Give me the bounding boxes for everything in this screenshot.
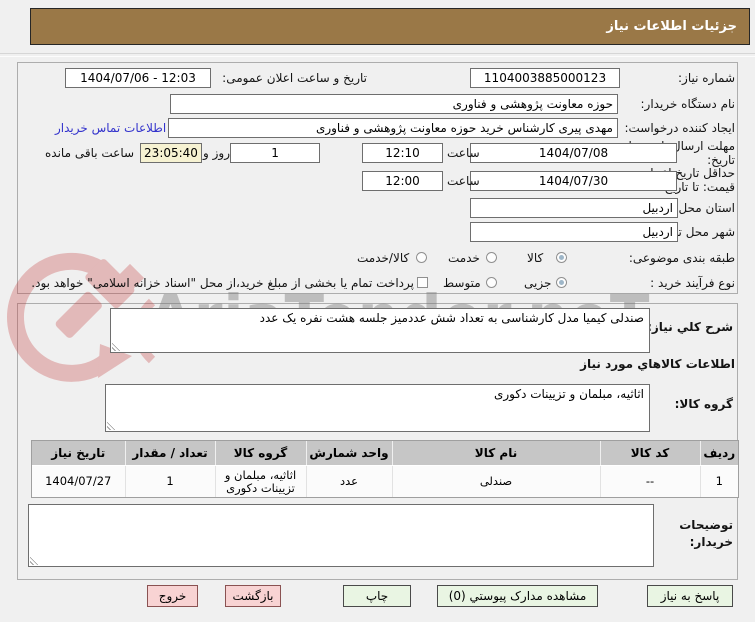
view-attachments-button[interactable]: مشاهده مدارک پیوستي (0) <box>437 585 598 607</box>
description-value: صندلی کیمیا مدل کارشناسی به تعداد شش عدد… <box>259 311 644 325</box>
cell-goods-group: اثاثیه، مبلمان و تزیینات دکوری <box>214 465 306 497</box>
announce-datetime-value: 1404/07/06 - 12:03 <box>80 71 196 85</box>
process-type-label: نوع فرآیند خرید : <box>650 276 735 290</box>
city-field[interactable]: اردبیل <box>470 222 678 242</box>
announce-datetime-label: تاریخ و ساعت اعلان عمومی: <box>222 71 367 85</box>
goods-table-header-row: ردیف کد کالا نام کالا واحد شمارش گروه کا… <box>32 441 738 466</box>
classification-radio-service[interactable] <box>486 252 497 263</box>
deadline-date-field[interactable]: 1404/07/08 <box>470 143 677 163</box>
creator-label: ایجاد کننده درخواست: <box>624 121 735 135</box>
goods-group-textarea[interactable]: اثاثیه، مبلمان و تزیینات دکوری <box>105 384 650 432</box>
cell-need-date: 1404/07/27 <box>32 465 125 497</box>
creator-field[interactable]: مهدی پیری کارشناس خرید حوزه معاونت پژوهش… <box>168 118 618 138</box>
classification-option-goods-service-label: کالا/خدمت <box>357 251 410 265</box>
hours-remaining-value: 23:05:40 <box>144 146 198 160</box>
process-type-radio-minor[interactable] <box>556 277 567 288</box>
print-button[interactable]: چاپ <box>343 585 411 607</box>
page-title: جزئیات اطلاعات نیاز <box>606 19 737 34</box>
buyer-org-value: حوزه معاونت پژوهشی و فناوری <box>452 97 613 111</box>
resize-grip-icon[interactable] <box>107 421 116 430</box>
treasury-note: پرداخت تمام یا بخشی از مبلغ خرید،از محل … <box>31 276 414 290</box>
need-number-value: 1104003885000123 <box>483 71 607 85</box>
deadline-time-field[interactable]: 12:10 <box>362 143 443 163</box>
need-details-page: AriaTender.neT جزئیات اطلاعات نیاز شماره… <box>0 0 755 622</box>
need-number-field[interactable]: 1104003885000123 <box>470 68 620 88</box>
cell-row-number: 1 <box>699 465 738 497</box>
days-remaining-field[interactable]: 1 <box>230 143 320 163</box>
price-validity-hour-label: ساعت <box>447 174 480 188</box>
price-validity-time-value: 12:00 <box>385 174 420 188</box>
col-count-unit: واحد شمارش <box>305 441 392 466</box>
respond-button[interactable]: پاسخ به نیاز <box>647 585 733 607</box>
process-type-radio-medium[interactable] <box>486 277 497 288</box>
price-validity-date-field[interactable]: 1404/07/30 <box>470 171 677 191</box>
table-row: 1 -- صندلی عدد اثاثیه، مبلمان و تزیینات … <box>32 465 738 497</box>
goods-group-value: اثاثیه، مبلمان و تزیینات دکوری <box>493 387 644 401</box>
buyer-org-field[interactable]: حوزه معاونت پژوهشی و فناوری <box>170 94 618 114</box>
hours-remaining-field: 23:05:40 <box>140 143 202 163</box>
price-validity-time-field[interactable]: 12:00 <box>362 171 443 191</box>
col-goods-group: گروه کالا <box>214 441 306 466</box>
buyer-org-label: نام دستگاه خریدار: <box>640 97 736 111</box>
description-textarea[interactable]: صندلی کیمیا مدل کارشناسی به تعداد شش عدد… <box>110 308 650 353</box>
classification-option-service-label: خدمت <box>448 251 480 265</box>
hours-remaining-label: ساعت باقی مانده <box>45 146 135 160</box>
classification-radio-goods-service[interactable] <box>416 252 427 263</box>
process-type-option-medium-label: متوسط <box>443 276 481 290</box>
province-field[interactable]: اردبیل <box>470 198 678 218</box>
need-number-label: شماره نیاز: <box>678 71 735 85</box>
cell-goods-name: صندلی <box>391 465 600 497</box>
announce-datetime-field[interactable]: 1404/07/06 - 12:03 <box>65 68 211 88</box>
cell-goods-code: -- <box>599 465 700 497</box>
header-separator <box>0 53 755 57</box>
classification-label: طبقه بندی موضوعی: <box>628 251 735 265</box>
goods-info-section-title: اطلاعات کالاهاي مورد نیاز <box>580 357 735 371</box>
city-value: اردبیل <box>642 225 673 239</box>
cell-quantity: 1 <box>124 465 215 497</box>
days-remaining-label: روز و <box>203 146 230 160</box>
col-quantity: تعداد / مقدار <box>124 441 215 466</box>
col-row-number: ردیف <box>699 441 738 466</box>
buyer-notes-label: توضیحات خریدار: <box>679 518 733 549</box>
creator-value: مهدی پیری کارشناس خرید حوزه معاونت پژوهش… <box>315 121 613 135</box>
deadline-time-value: 12:10 <box>385 146 420 160</box>
description-label: شرح کلي نیاز: <box>647 320 733 334</box>
resize-grip-icon[interactable] <box>30 556 39 565</box>
cell-count-unit: عدد <box>305 465 392 497</box>
treasury-checkbox[interactable] <box>417 277 428 288</box>
classification-radio-goods[interactable] <box>556 252 567 263</box>
classification-option-goods-label: کالا <box>527 251 544 265</box>
price-validity-date-value: 1404/07/30 <box>538 174 609 188</box>
buyer-notes-textarea[interactable] <box>28 504 654 567</box>
days-remaining-value: 1 <box>271 146 279 160</box>
back-button[interactable]: بازگشت <box>225 585 281 607</box>
col-goods-name: نام کالا <box>391 441 600 466</box>
col-need-date: تاریخ نیاز <box>32 441 125 466</box>
goods-group-label: گروه کالا: <box>674 397 733 411</box>
buyer-contact-link[interactable]: اطلاعات تماس خریدار <box>55 121 166 135</box>
process-type-option-minor-label: جزیی <box>524 276 552 290</box>
exit-button[interactable]: خروج <box>147 585 198 607</box>
goods-table: ردیف کد کالا نام کالا واحد شمارش گروه کا… <box>31 440 739 498</box>
col-goods-code: کد کالا <box>599 441 700 466</box>
deadline-hour-label: ساعت <box>447 146 480 160</box>
province-value: اردبیل <box>642 201 673 215</box>
deadline-date-value: 1404/07/08 <box>538 146 609 160</box>
page-title-bar: جزئیات اطلاعات نیاز <box>30 8 750 45</box>
resize-grip-icon[interactable] <box>112 342 121 351</box>
